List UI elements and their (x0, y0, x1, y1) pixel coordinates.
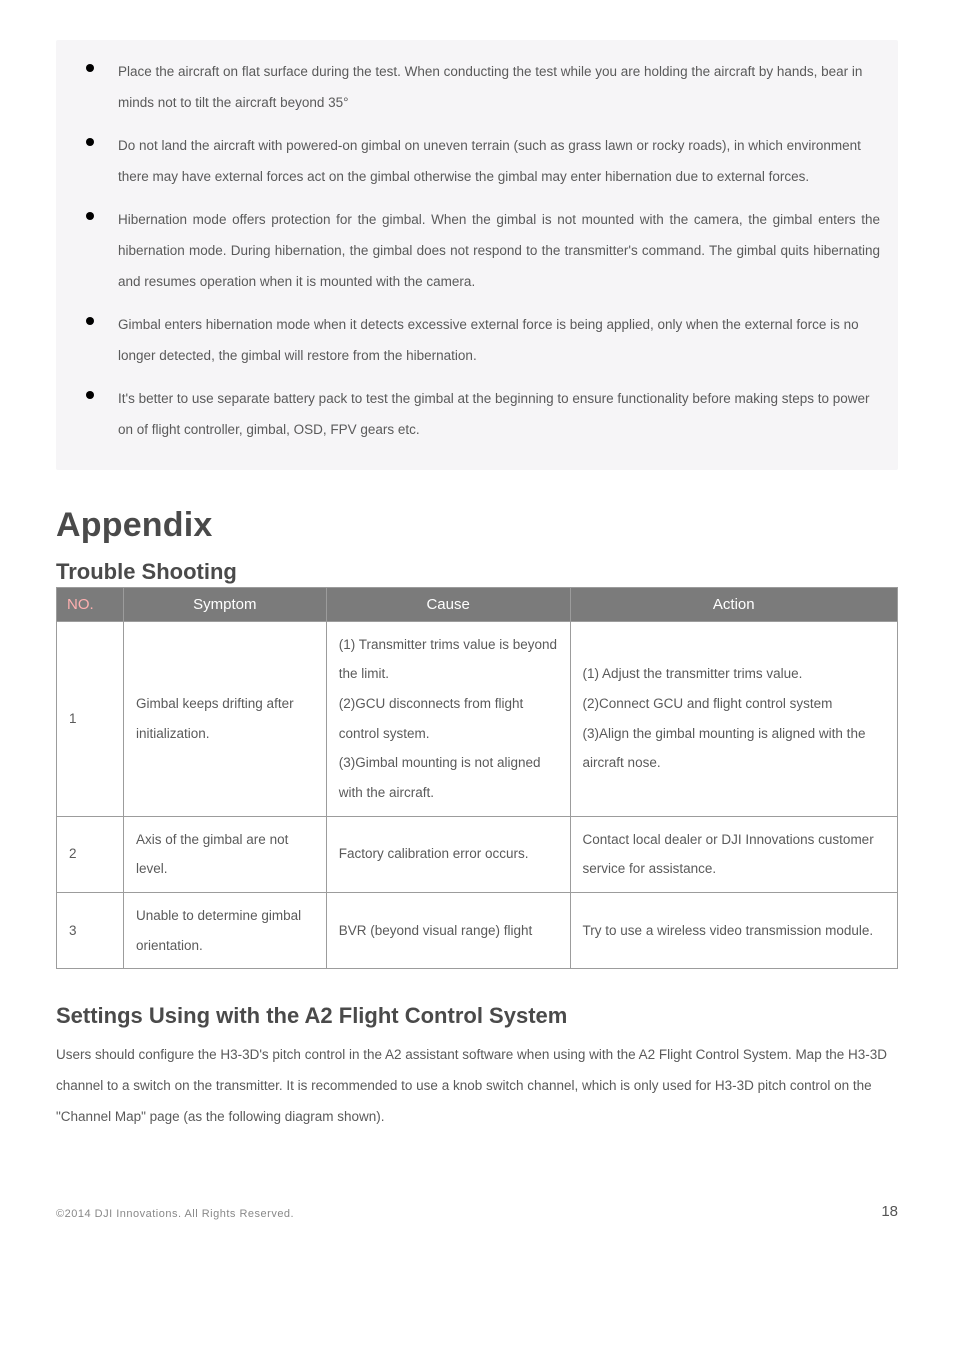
notice-item: Place the aircraft on flat surface durin… (102, 50, 880, 124)
table-row: 3 Unable to determine gimbal orientation… (57, 893, 898, 969)
cell-action: Try to use a wireless video transmission… (570, 893, 897, 969)
copyright-text: ©2014 DJI Innovations. All Rights Reserv… (56, 1208, 294, 1220)
cell-no: 3 (57, 893, 124, 969)
cell-symptom: Unable to determine gimbal orientation. (124, 893, 327, 969)
page-footer: ©2014 DJI Innovations. All Rights Reserv… (56, 1203, 898, 1220)
table-row: 1 Gimbal keeps drifting after initializa… (57, 621, 898, 816)
trouble-table: NO. Symptom Cause Action 1 Gimbal keeps … (56, 587, 898, 970)
col-action: Action (570, 587, 897, 621)
table-header-row: NO. Symptom Cause Action (57, 587, 898, 621)
notice-item: Gimbal enters hibernation mode when it d… (102, 303, 880, 377)
settings-body: Users should configure the H3-3D's pitch… (56, 1039, 898, 1132)
cell-cause: (1) Transmitter trims value is beyond th… (326, 621, 570, 816)
col-cause: Cause (326, 587, 570, 621)
col-symptom: Symptom (124, 587, 327, 621)
trouble-shooting-heading: Trouble Shooting (56, 559, 898, 587)
notice-item: Hibernation mode offers protection for t… (102, 198, 880, 303)
cell-no: 2 (57, 816, 124, 892)
cell-cause: Factory calibration error occurs. (326, 816, 570, 892)
page-number: 18 (881, 1203, 898, 1220)
appendix-heading: Appendix (56, 506, 898, 545)
notice-item: It's better to use separate battery pack… (102, 377, 880, 451)
notice-box: Place the aircraft on flat surface durin… (56, 40, 898, 470)
notice-item: Do not land the aircraft with powered-on… (102, 124, 880, 198)
cell-cause: BVR (beyond visual range) flight (326, 893, 570, 969)
cell-action: (1) Adjust the transmitter trims value. … (570, 621, 897, 816)
table-row: 2 Axis of the gimbal are not level. Fact… (57, 816, 898, 892)
col-no: NO. (57, 587, 124, 621)
settings-heading: Settings Using with the A2 Flight Contro… (56, 1003, 898, 1031)
cell-symptom: Axis of the gimbal are not level. (124, 816, 327, 892)
cell-symptom: Gimbal keeps drifting after initializati… (124, 621, 327, 816)
cell-no: 1 (57, 621, 124, 816)
notice-list: Place the aircraft on flat surface durin… (74, 50, 880, 452)
cell-action: Contact local dealer or DJI Innovations … (570, 816, 897, 892)
